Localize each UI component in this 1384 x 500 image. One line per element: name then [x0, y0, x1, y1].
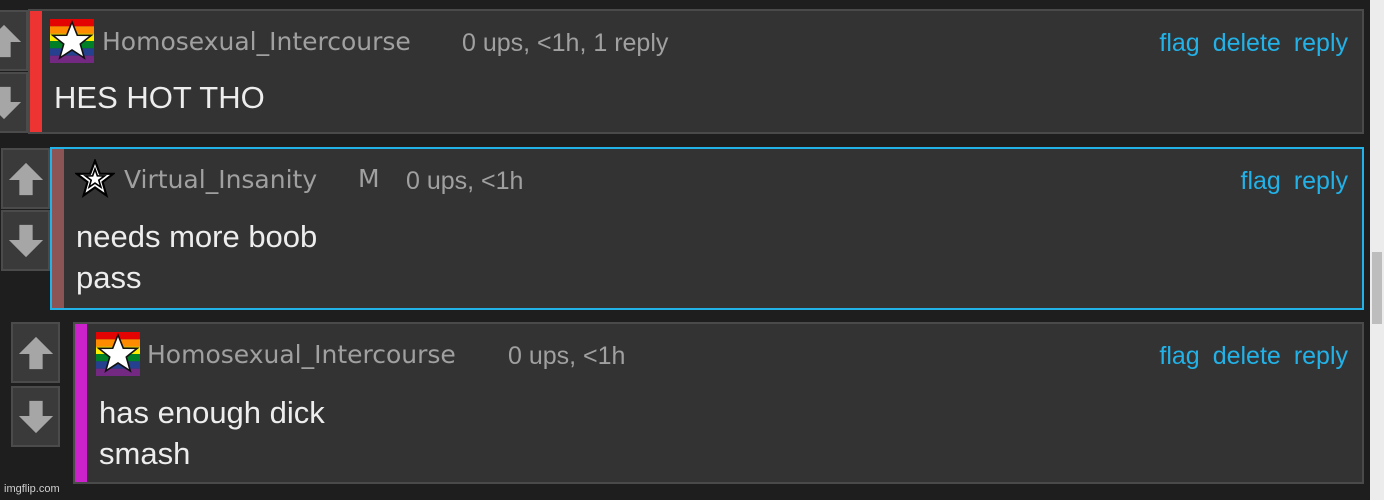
scrollbar-track[interactable] [1370, 0, 1384, 500]
downvote-button[interactable] [11, 386, 60, 447]
rainbow-star-icon [96, 332, 140, 376]
comment-meta: 0 ups, <1h [508, 342, 626, 370]
comment-line: pass [76, 260, 142, 295]
flag-link[interactable]: flag [1159, 342, 1199, 371]
upvote-arrow-icon [8, 162, 43, 195]
comment-line: has enough dick [99, 395, 325, 430]
upvote-button[interactable] [1, 148, 50, 209]
comment-body: needs more boob pass [76, 216, 317, 298]
scrollbar-thumb[interactable] [1372, 252, 1382, 324]
downvote-button[interactable] [1, 210, 50, 271]
delete-link[interactable]: delete [1213, 342, 1281, 371]
downvote-arrow-icon [8, 224, 43, 257]
downvote-arrow-icon [18, 400, 53, 433]
comment-body: has enough dick smash [99, 392, 325, 474]
outline-star-icon [75, 159, 115, 199]
comment-thread-bar [52, 149, 64, 308]
downvote-button[interactable] [0, 72, 28, 133]
comment-line: smash [99, 436, 191, 471]
comment-username[interactable]: Homosexual_Intercourse [102, 27, 411, 56]
comment-thread-bar [30, 11, 42, 132]
reply-link[interactable]: reply [1294, 167, 1348, 196]
watermark: imgflip.com [4, 483, 60, 495]
flag-link[interactable]: flag [1159, 29, 1199, 58]
comment-line: needs more boob [76, 219, 318, 254]
comment-username[interactable]: Homosexual_Intercourse [147, 340, 456, 369]
upvote-button[interactable] [11, 322, 60, 383]
upvote-arrow-icon [18, 336, 53, 369]
comment-line: HES HOT THO [54, 80, 265, 115]
rainbow-star-icon [50, 19, 94, 63]
comment-meta: 0 ups, <1h, 1 reply [462, 29, 669, 57]
comment-thread-bar [75, 324, 87, 482]
downvote-arrow-icon [0, 86, 21, 119]
comment: Homosexual_Intercourse 0 ups, <1h flag d… [73, 322, 1364, 484]
comment: Homosexual_Intercourse 0 ups, <1h, 1 rep… [28, 9, 1364, 134]
comment-body: HES HOT THO [54, 77, 265, 118]
comment-meta: 0 ups, <1h [406, 167, 524, 195]
reply-link[interactable]: reply [1294, 29, 1348, 58]
upvote-arrow-icon [0, 24, 21, 57]
comment-selected: Virtual_Insanity M 0 ups, <1h flag reply… [50, 147, 1364, 310]
reply-link[interactable]: reply [1294, 342, 1348, 371]
delete-link[interactable]: delete [1213, 29, 1281, 58]
mod-badge: M [358, 164, 380, 193]
comment-username[interactable]: Virtual_Insanity [124, 165, 317, 194]
upvote-button[interactable] [0, 10, 28, 71]
flag-link[interactable]: flag [1241, 167, 1281, 196]
